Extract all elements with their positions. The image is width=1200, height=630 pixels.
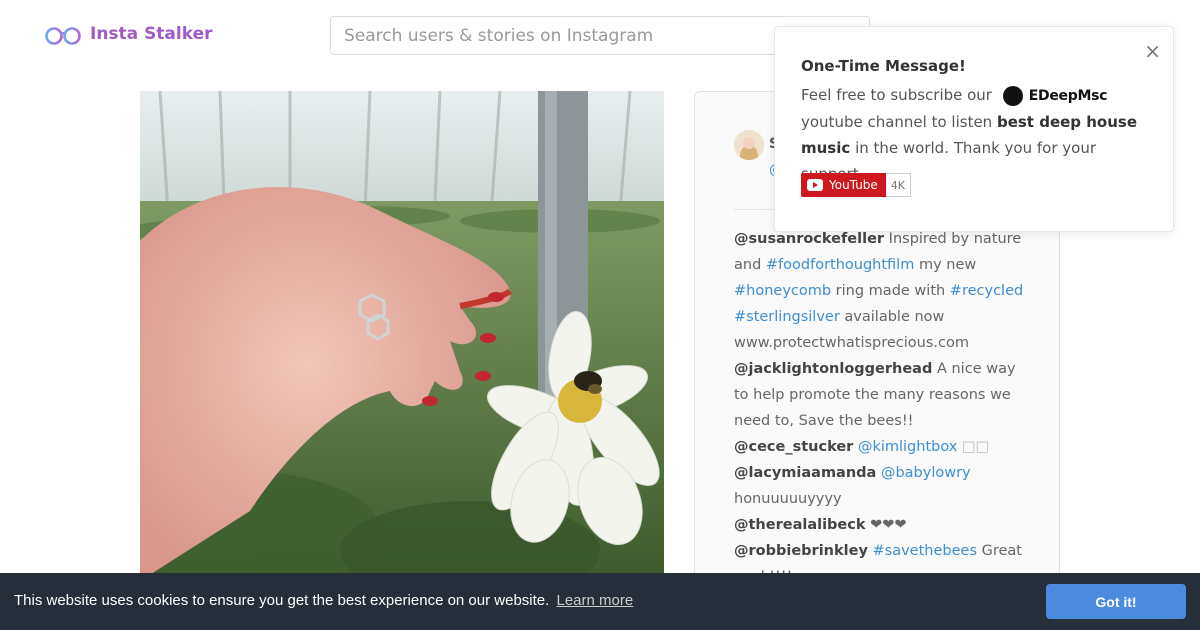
- logo-text: Insta Stalker: [90, 24, 213, 44]
- close-icon[interactable]: ×: [1144, 41, 1161, 61]
- accept-cookies-button[interactable]: Got it!: [1046, 584, 1186, 619]
- youtube-label: YouTube: [829, 178, 878, 192]
- comment-text: ❤❤❤: [865, 517, 907, 533]
- comment-item: @susanrockefeller Inspired by nature and…: [734, 226, 1028, 356]
- comments-list: @susanrockefeller Inspired by nature and…: [734, 226, 1028, 590]
- glasses-logo-icon: [45, 27, 81, 45]
- comment-item: @therealalibeck ❤❤❤: [734, 512, 1028, 538]
- comment-tag-link[interactable]: #sterlingsilver: [734, 309, 840, 325]
- comment-tag-link[interactable]: #foodforthoughtfilm: [766, 257, 914, 273]
- popup-body: Feel free to subscribe our EDeepMsc yout…: [801, 82, 1151, 187]
- popup-title: One-Time Message!: [801, 57, 966, 75]
- comment-username[interactable]: @robbiebrinkley: [734, 543, 868, 559]
- comment-text: my new: [914, 257, 977, 273]
- post-image: [140, 91, 664, 581]
- comment-item: @cece_stucker @kimlightbox □□: [734, 434, 1028, 460]
- comment-username[interactable]: @susanrockefeller: [734, 231, 884, 247]
- comment-item: @jacklightonloggerhead A nice way to hel…: [734, 356, 1028, 434]
- brand-badge[interactable]: EDeepMsc: [1002, 83, 1108, 109]
- comment-username[interactable]: @cece_stucker: [734, 439, 853, 455]
- comment-username[interactable]: @therealalibeck: [734, 517, 866, 533]
- cookie-message-text: This website uses cookies to ensure you …: [14, 592, 550, 609]
- avatar[interactable]: [734, 130, 764, 160]
- comment-username[interactable]: @jacklightonloggerhead: [734, 361, 932, 377]
- comment-text: honuuuuuyyyy: [734, 491, 842, 507]
- comment-item: @lacymiaamanda @babylowry honuuuuuyyyy: [734, 460, 1028, 512]
- post-photo-illustration: [140, 91, 664, 581]
- avatar-image-icon: [734, 130, 764, 160]
- cookie-banner: This website uses cookies to ensure you …: [0, 573, 1200, 630]
- one-time-message-popup: × One-Time Message! Feel free to subscri…: [774, 26, 1174, 232]
- comment-tag-link[interactable]: @kimlightbox: [858, 439, 957, 455]
- cookie-message: This website uses cookies to ensure you …: [14, 592, 633, 609]
- brand-logo-icon: [1002, 85, 1023, 106]
- comment-text: □□: [957, 439, 990, 455]
- brand-name: EDeepMsc: [1028, 87, 1108, 104]
- comment-tag-link[interactable]: @babylowry: [881, 465, 971, 481]
- subscriber-count: 4K: [885, 173, 912, 197]
- learn-more-link[interactable]: Learn more: [556, 592, 633, 609]
- popup-body-prefix: Feel free to subscribe our: [801, 86, 992, 104]
- comment-text: ring made with: [831, 283, 950, 299]
- comment-tag-link[interactable]: #recycled: [950, 283, 1023, 299]
- comment-tag-link[interactable]: #savethebees: [873, 543, 978, 559]
- logo[interactable]: Insta Stalker: [44, 22, 213, 46]
- youtube-play-icon: [807, 179, 823, 191]
- youtube-subscribe: YouTube 4K: [801, 173, 912, 197]
- comment-tag-link[interactable]: #honeycomb: [734, 283, 831, 299]
- popup-body-middle: youtube channel to listen: [801, 112, 993, 131]
- comment-username[interactable]: @lacymiaamanda: [734, 465, 876, 481]
- youtube-subscribe-button[interactable]: YouTube: [801, 173, 886, 197]
